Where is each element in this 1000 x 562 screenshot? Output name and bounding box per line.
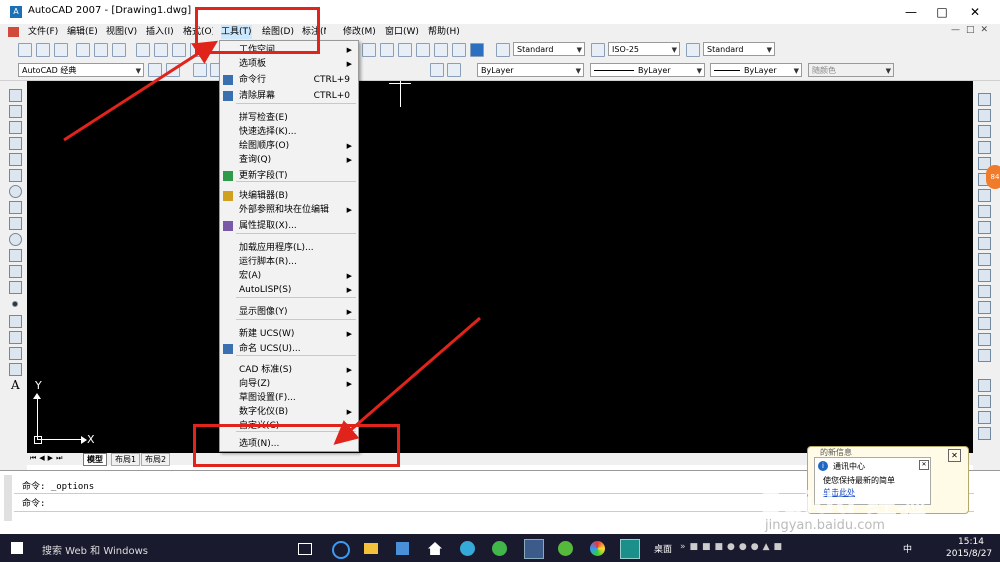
annotation-arrow-to-options bbox=[333, 316, 481, 445]
watermark-url: jingyan.baidu.com bbox=[765, 518, 885, 533]
annotation-arrow-to-tools bbox=[63, 40, 219, 142]
watermark-brand: Baidu 经验 bbox=[760, 486, 927, 521]
